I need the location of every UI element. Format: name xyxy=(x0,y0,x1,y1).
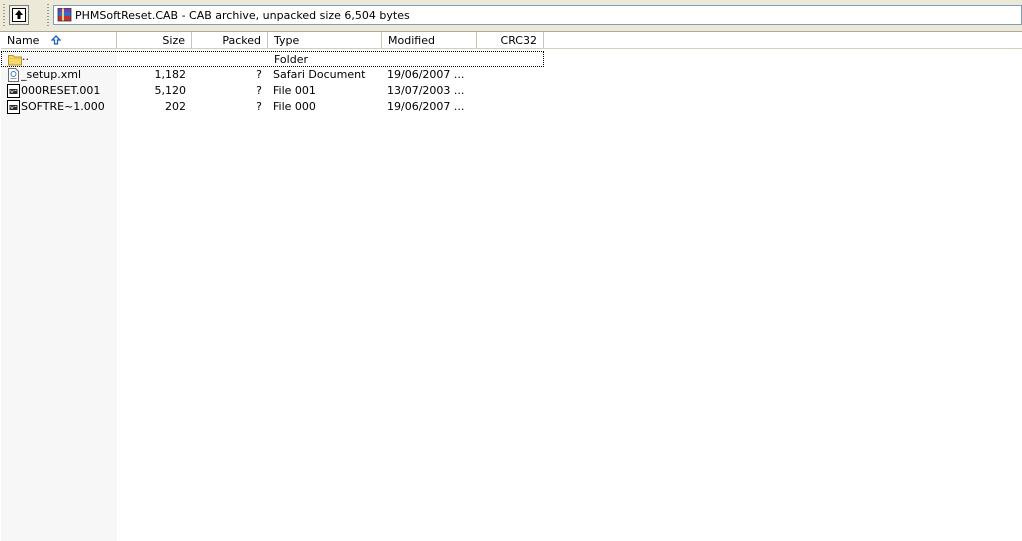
column-header-crc32[interactable]: CRC32 xyxy=(477,32,544,48)
address-bar: PHMSoftReset.CAB - CAB archive, unpacked… xyxy=(0,0,1022,32)
winrar-window: PHMSoftReset.CAB - CAB archive, unpacked… xyxy=(0,0,1022,541)
file-row[interactable]: SOFTRE~1.000 202 ? File 000 19/06/2007 .… xyxy=(1,99,544,115)
sorted-column-shade xyxy=(1,49,117,541)
folder-icon xyxy=(8,53,22,67)
xml-file-icon xyxy=(7,68,21,82)
up-one-level-button[interactable] xyxy=(9,5,29,25)
file-icon xyxy=(7,84,21,98)
file-name: _setup.xml xyxy=(21,68,82,81)
file-modified: 13/07/2003 ... xyxy=(387,84,465,97)
file-packed: ? xyxy=(256,100,262,113)
file-type: Safari Document xyxy=(273,68,366,81)
column-header-name[interactable]: Name xyxy=(1,32,117,48)
up-arrow-icon xyxy=(12,8,26,22)
sort-ascending-icon xyxy=(50,35,61,45)
column-header-size[interactable]: Size xyxy=(117,32,192,48)
toolbar-grip[interactable] xyxy=(47,4,49,26)
file-size: 5,120 xyxy=(154,84,187,97)
column-header-modified[interactable]: Modified xyxy=(382,32,477,48)
file-size: 202 xyxy=(165,100,186,113)
file-type: File 000 xyxy=(273,100,316,113)
archive-path-box[interactable]: PHMSoftReset.CAB - CAB archive, unpacked… xyxy=(53,5,1022,25)
file-crc32 xyxy=(478,52,539,68)
file-icon xyxy=(7,100,21,114)
file-crc32 xyxy=(477,83,538,99)
file-crc32 xyxy=(477,67,538,83)
column-header-type[interactable]: Type xyxy=(268,32,382,48)
toolbar-grip[interactable] xyxy=(3,4,5,26)
file-name: .. xyxy=(22,50,29,63)
file-list-header: Name Size Packed Type Modified CRC32 xyxy=(1,32,1022,49)
file-row[interactable]: 000RESET.001 5,120 ? File 001 13/07/2003… xyxy=(1,83,544,99)
file-modified: 19/06/2007 ... xyxy=(387,100,465,113)
file-row-parent-folder[interactable]: .. Folder xyxy=(1,50,544,68)
archive-info-text: PHMSoftReset.CAB - CAB archive, unpacked… xyxy=(75,9,410,22)
file-name: SOFTRE~1.000 xyxy=(21,100,105,113)
file-name: 000RESET.001 xyxy=(21,84,101,97)
file-modified: 19/06/2007 ... xyxy=(387,68,465,81)
column-header-packed[interactable]: Packed xyxy=(192,32,268,48)
file-row[interactable]: _setup.xml 1,182 ? Safari Document 19/06… xyxy=(1,67,544,83)
file-modified xyxy=(388,52,478,68)
file-type: Folder xyxy=(274,53,308,66)
rar-archive-icon xyxy=(57,8,72,22)
file-list[interactable]: .. Folder _setup.xml 1,182 ? Safari Docu… xyxy=(0,49,1022,541)
column-header-name-label: Name xyxy=(7,34,40,47)
file-packed: ? xyxy=(256,84,262,97)
file-size xyxy=(118,52,187,68)
file-packed xyxy=(193,52,263,68)
file-packed: ? xyxy=(256,68,262,81)
file-size: 1,182 xyxy=(154,68,187,81)
file-crc32 xyxy=(477,99,538,115)
file-type: File 001 xyxy=(273,84,316,97)
